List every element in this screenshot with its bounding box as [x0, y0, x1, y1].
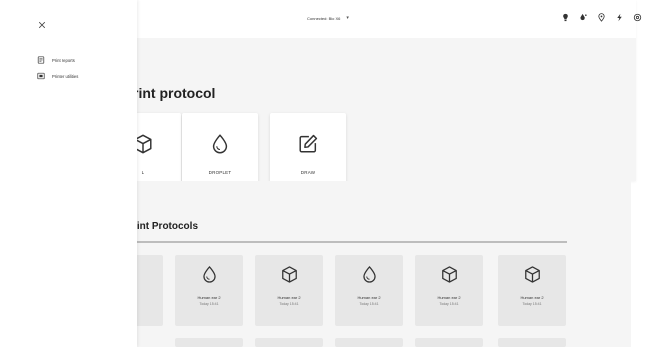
close-icon[interactable]: [36, 19, 48, 31]
protocol-date: Today 15:41: [199, 302, 219, 306]
protocol-name: Human ear 2: [437, 295, 461, 300]
location-pin-icon[interactable]: [596, 12, 607, 23]
utilities-icon: [37, 67, 45, 85]
print-protocol-title: rint protocol: [133, 85, 216, 101]
protocol-date: Today 15:41: [439, 302, 459, 306]
protocol-date: Today 15:41: [522, 302, 542, 306]
edit-icon: [270, 133, 346, 155]
recent-protocol-card[interactable]: [175, 338, 243, 347]
protocol-card-label: DRAW: [300, 170, 316, 175]
section-divider: [133, 241, 567, 243]
recent-protocol-card[interactable]: Human ear 2 Today 15:41: [498, 255, 566, 326]
protocol-name: Human ear 2: [197, 295, 221, 300]
cube-icon: [415, 265, 483, 284]
settings-icon[interactable]: [632, 12, 643, 23]
header-actions: [560, 12, 643, 23]
recent-protocol-card[interactable]: Human ear 2 Today 15:41: [255, 255, 323, 326]
cube-icon: [255, 265, 323, 284]
droplet-icon: [335, 265, 403, 284]
protocol-name: Human ear 2: [277, 295, 301, 300]
protocol-card-droplet[interactable]: DROPLET: [182, 113, 258, 188]
lightbulb-icon[interactable]: [560, 12, 571, 23]
protocol-date: Today 15:41: [359, 302, 379, 306]
droplet-icon: [182, 133, 258, 155]
recent-protocol-card[interactable]: Human ear 2 Today 15:41: [335, 255, 403, 326]
water-drop-icon[interactable]: [578, 12, 589, 23]
chevron-down-icon: ▾: [346, 15, 349, 21]
protocol-name: Human ear 2: [520, 295, 544, 300]
protocol-card-draw[interactable]: DRAW: [270, 113, 346, 188]
drawer-item-printer-utilities[interactable]: Printer utilities: [37, 71, 78, 81]
cube-icon: [498, 265, 566, 284]
recent-protocol-card[interactable]: [255, 338, 323, 347]
bolt-icon[interactable]: [614, 12, 625, 23]
protocol-card-label: DROPLET: [208, 170, 232, 175]
navigation-drawer: Print reports Printer utilities: [0, 0, 137, 347]
protocol-date: Today 15:41: [279, 302, 299, 306]
protocol-name: Human ear 2: [357, 295, 381, 300]
device-selector-label: Connected: Bio X6: [307, 15, 341, 21]
droplet-icon: [175, 265, 243, 284]
recent-protocol-card[interactable]: [415, 338, 483, 347]
device-selector[interactable]: Connected: Bio X6 ▾: [307, 15, 349, 21]
drawer-item-print-reports[interactable]: Print reports: [37, 55, 75, 65]
drawer-item-label: Print reports: [52, 57, 75, 63]
recent-protocol-card[interactable]: [335, 338, 403, 347]
recent-protocols-title: rint Protocols: [133, 221, 199, 232]
recent-protocol-card[interactable]: Human ear 2 Today 15:41: [175, 255, 243, 326]
recent-protocol-card[interactable]: Human ear 2 Today 15:41: [415, 255, 483, 326]
drawer-item-label: Printer utilities: [52, 73, 79, 79]
recent-protocol-card[interactable]: [498, 338, 566, 347]
